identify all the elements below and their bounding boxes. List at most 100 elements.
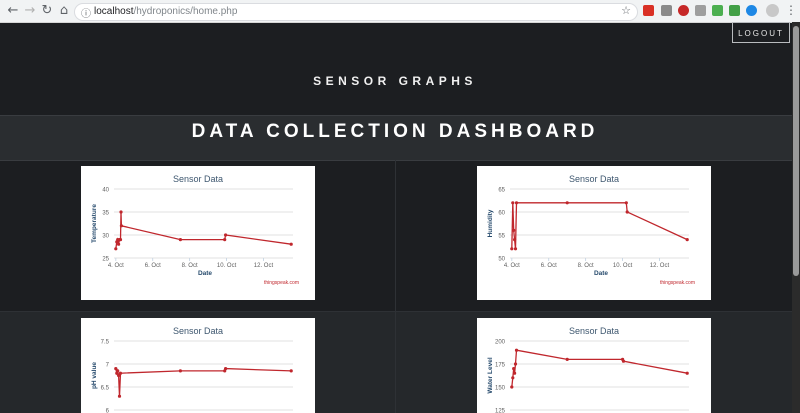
reload-icon[interactable]: ↻ (39, 3, 55, 19)
data-point (621, 359, 626, 363)
data-point (513, 371, 517, 375)
chart-title: Sensor Data (569, 326, 619, 336)
ph-chart-panel[interactable]: Sensor Data 7.5 7 6.5 6 pH value (81, 318, 315, 413)
x-tick-label: 8. Oct (182, 263, 198, 269)
data-point (512, 228, 516, 232)
extension-icon[interactable] (678, 5, 689, 16)
back-arrow-icon[interactable]: ← (5, 3, 21, 19)
browser-toolbar: ← → ↻ ⌂ ⓘ localhost/hydroponics/home.php… (0, 0, 800, 23)
data-point (224, 233, 228, 237)
x-tick-label: 12. Oct (650, 263, 670, 269)
y-tick-label: 65 (498, 188, 505, 194)
section-title: SENSOR GRAPHS (313, 74, 477, 88)
y-tick-label: 50 (498, 257, 505, 263)
extension-icon[interactable] (661, 5, 672, 16)
scrollbar-thumb[interactable] (793, 26, 799, 276)
data-point (513, 247, 518, 251)
menu-kebab-icon[interactable]: ⋮ (785, 3, 797, 17)
info-icon[interactable]: ⓘ (81, 5, 91, 20)
y-axis-label: Humidity (487, 209, 494, 237)
y-tick-label: 200 (495, 340, 506, 346)
y-axis-label: Temperature (91, 204, 98, 243)
url-path: /hydroponics/home.php (133, 6, 238, 17)
data-point (685, 371, 689, 375)
y-tick-label: 175 (495, 363, 506, 369)
x-tick-label: 6. Oct (145, 263, 161, 269)
x-axis-label: Date (594, 270, 608, 277)
data-point (685, 238, 689, 242)
y-tick-label: 40 (102, 188, 109, 194)
extension-icon[interactable] (712, 5, 723, 16)
logout-button[interactable]: LOGOUT (732, 22, 790, 43)
chart-title: Sensor Data (569, 174, 619, 184)
data-point (625, 210, 629, 214)
y-tick-label: 125 (495, 409, 506, 413)
water-level-chart: Sensor Data 200 175 150 125 Water Level (487, 326, 689, 413)
data-point (512, 367, 516, 371)
extension-icon[interactable] (729, 5, 740, 16)
y-axis-label: Water Level (487, 357, 494, 393)
url-text: localhost/hydroponics/home.php (94, 6, 237, 17)
data-point (624, 201, 628, 205)
temperature-chart: Sensor Data 40 35 30 254. Oct 6. Oct 8. Oct 10.… (91, 174, 299, 286)
ph-chart: Sensor Data 7.5 7 6.5 6 pH value (91, 326, 293, 413)
series-line (115, 367, 292, 397)
series-line (511, 202, 688, 249)
data-point (513, 362, 518, 366)
data-point (119, 224, 123, 228)
temperature-chart-panel[interactable]: Sensor Data 40 35 30 25 4. Oct 6. Oct 8. Oct 10.… (81, 166, 315, 300)
forward-arrow-icon[interactable]: → (22, 3, 38, 19)
url-host: localhost (94, 6, 134, 17)
data-point (289, 242, 293, 246)
dashboard-title: DATA COLLECTION DASHBOARD (191, 121, 599, 142)
data-point (178, 369, 182, 373)
humidity-chart-panel[interactable]: Sensor Data 65 60 55 50 4. Oct 6. Oct 8. Oct 10.… (477, 166, 711, 300)
data-point (116, 369, 120, 373)
humidity-chart: Sensor Data 65 60 55 504. Oct 6. Oct 8. Oct 10.… (487, 174, 695, 286)
home-icon[interactable]: ⌂ (56, 3, 72, 19)
data-point (511, 201, 515, 205)
data-point (118, 371, 123, 375)
data-point (223, 238, 227, 242)
data-point (513, 238, 517, 242)
water-level-chart-panel[interactable]: Sensor Data 200 175 150 125 Water Level (477, 318, 711, 413)
y-tick-label: 6 (106, 409, 110, 413)
x-tick-label: 10. Oct (217, 263, 237, 269)
address-bar[interactable]: ⓘ localhost/hydroponics/home.php ☆ (74, 3, 638, 21)
y-tick-label: 7 (106, 363, 110, 369)
data-point (224, 367, 228, 371)
chart-title: Sensor Data (173, 174, 223, 184)
x-tick-label: 4. Oct (504, 263, 520, 269)
series-line (511, 349, 688, 388)
y-tick-label: 60 (498, 211, 505, 217)
column-divider (395, 160, 396, 413)
data-point (114, 247, 118, 251)
data-point (118, 238, 123, 242)
extension-icon[interactable] (643, 5, 654, 16)
bookmark-star-icon[interactable]: ☆ (621, 4, 631, 17)
data-point (289, 369, 293, 373)
x-tick-label: 10. Oct (613, 263, 633, 269)
data-point (510, 385, 514, 389)
y-tick-label: 55 (498, 234, 505, 240)
data-point (511, 376, 515, 380)
data-point (178, 238, 182, 242)
y-tick-label: 6.5 (101, 386, 110, 392)
extension-icon[interactable] (746, 5, 757, 16)
chart-credit: thingspeak.com (660, 280, 695, 286)
profile-avatar[interactable] (766, 4, 779, 17)
x-tick-label: 12. Oct (254, 263, 274, 269)
row-divider (0, 311, 792, 312)
extension-icon[interactable] (695, 5, 706, 16)
data-point (510, 247, 514, 251)
y-axis-label: pH value (91, 362, 98, 389)
x-axis-label: Date (198, 270, 212, 277)
chart-credit: thingspeak.com (264, 280, 299, 286)
y-tick-label: 150 (495, 386, 506, 392)
x-tick-label: 4. Oct (108, 263, 124, 269)
data-point (117, 394, 122, 398)
chart-title: Sensor Data (173, 326, 223, 336)
y-tick-label: 35 (102, 211, 109, 217)
y-tick-label: 30 (102, 234, 109, 240)
x-tick-label: 8. Oct (578, 263, 594, 269)
